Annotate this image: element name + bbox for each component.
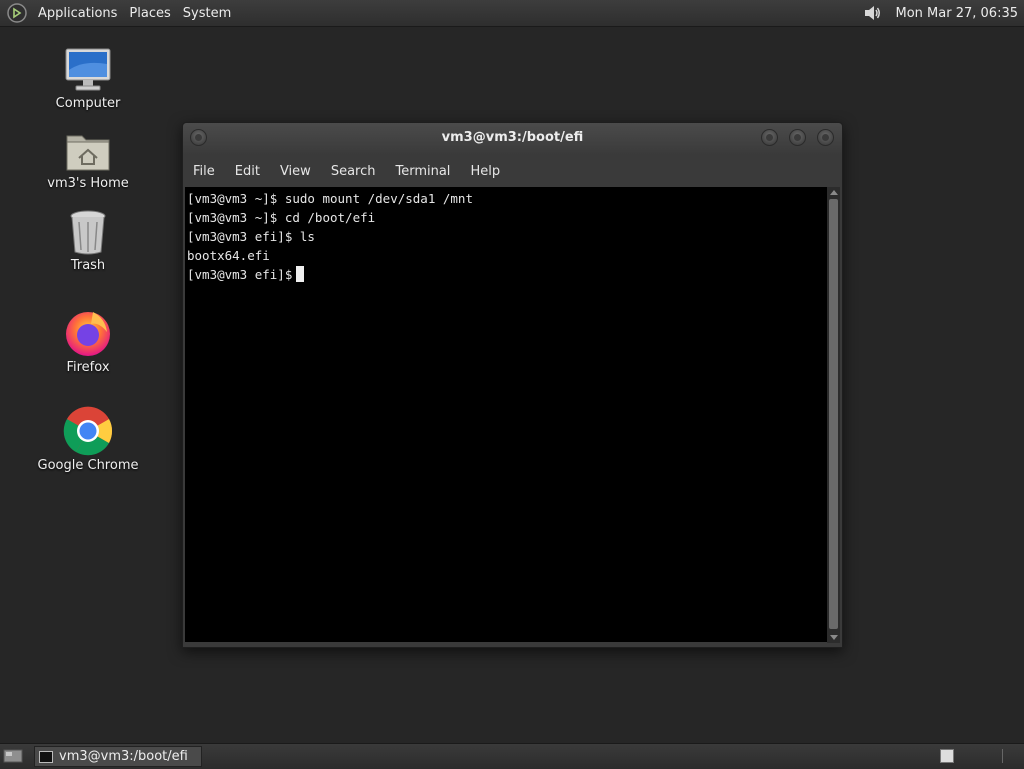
taskbar-window-button[interactable]: vm3@vm3:/boot/efi bbox=[34, 746, 202, 767]
desktop-icon-chrome[interactable]: Google Chrome bbox=[33, 406, 143, 473]
terminal-menubar: File Edit View Search Terminal Help bbox=[183, 159, 842, 183]
menu-system[interactable]: System bbox=[177, 6, 237, 21]
desktop-icon-computer[interactable]: Computer bbox=[33, 46, 143, 111]
clock[interactable]: Mon Mar 27, 06:35 bbox=[896, 6, 1018, 21]
maximize-button[interactable] bbox=[789, 129, 806, 146]
terminal-line: bootx64.efi bbox=[187, 248, 270, 263]
terminal-output[interactable]: [vm3@vm3 ~]$ sudo mount /dev/sda1 /mnt [… bbox=[185, 187, 827, 642]
scroll-down-arrow-icon[interactable] bbox=[830, 635, 838, 640]
menu-applications[interactable]: Applications bbox=[32, 6, 123, 21]
firefox-icon bbox=[66, 312, 110, 356]
text-cursor bbox=[296, 266, 305, 282]
desktop-icon-trash[interactable]: Trash bbox=[33, 208, 143, 273]
menu-edit[interactable]: Edit bbox=[225, 164, 270, 179]
terminal-titlebar[interactable]: vm3@vm3:/boot/efi bbox=[183, 123, 842, 155]
terminal-line: [vm3@vm3 ~]$ cd /boot/efi bbox=[187, 210, 376, 225]
desktop-icon-label: vm3's Home bbox=[47, 176, 129, 191]
menu-view[interactable]: View bbox=[270, 164, 321, 179]
panel-separator bbox=[1002, 749, 1003, 763]
desktop-icon-firefox[interactable]: Firefox bbox=[33, 306, 143, 375]
desktop-icon-label: Trash bbox=[70, 258, 106, 273]
terminal-icon bbox=[39, 750, 53, 763]
menu-file[interactable]: File bbox=[183, 164, 225, 179]
scrollbar-thumb[interactable] bbox=[829, 199, 838, 629]
desktop-icon-label: Computer bbox=[55, 96, 121, 111]
chrome-icon bbox=[63, 406, 113, 456]
menu-help[interactable]: Help bbox=[460, 164, 510, 179]
scroll-up-arrow-icon[interactable] bbox=[830, 190, 838, 195]
terminal-prompt: [vm3@vm3 efi]$ bbox=[187, 267, 293, 282]
workspace-switcher[interactable] bbox=[940, 749, 954, 763]
bottom-panel: vm3@vm3:/boot/efi bbox=[0, 743, 1024, 769]
menu-places[interactable]: Places bbox=[123, 6, 176, 21]
home-folder-icon bbox=[66, 135, 110, 171]
minimize-button[interactable] bbox=[761, 129, 778, 146]
desktop-icon-label: Google Chrome bbox=[37, 458, 139, 473]
speaker-icon[interactable] bbox=[862, 3, 882, 23]
trash-icon bbox=[70, 210, 106, 255]
close-button[interactable] bbox=[817, 129, 834, 146]
terminal-prompt-line: [vm3@vm3 efi]$ bbox=[187, 265, 827, 284]
menu-search[interactable]: Search bbox=[321, 164, 386, 179]
terminal-line: [vm3@vm3 ~]$ sudo mount /dev/sda1 /mnt bbox=[187, 191, 473, 206]
computer-icon bbox=[65, 48, 111, 91]
taskbar-window-label: vm3@vm3:/boot/efi bbox=[59, 749, 188, 764]
mate-menu-icon[interactable] bbox=[6, 2, 28, 24]
desktop-icon-home[interactable]: vm3's Home bbox=[33, 128, 143, 191]
terminal-window: vm3@vm3:/boot/efi File Edit View Search … bbox=[182, 122, 843, 648]
terminal-scrollbar[interactable] bbox=[827, 187, 840, 643]
menu-terminal[interactable]: Terminal bbox=[385, 164, 460, 179]
window-title: vm3@vm3:/boot/efi bbox=[441, 130, 584, 145]
desktop-icon-label: Firefox bbox=[66, 360, 110, 375]
terminal-line: [vm3@vm3 efi]$ ls bbox=[187, 229, 315, 244]
top-panel: Applications Places System Mon Mar 27, 0… bbox=[0, 0, 1024, 27]
show-desktop-icon[interactable] bbox=[3, 748, 23, 764]
